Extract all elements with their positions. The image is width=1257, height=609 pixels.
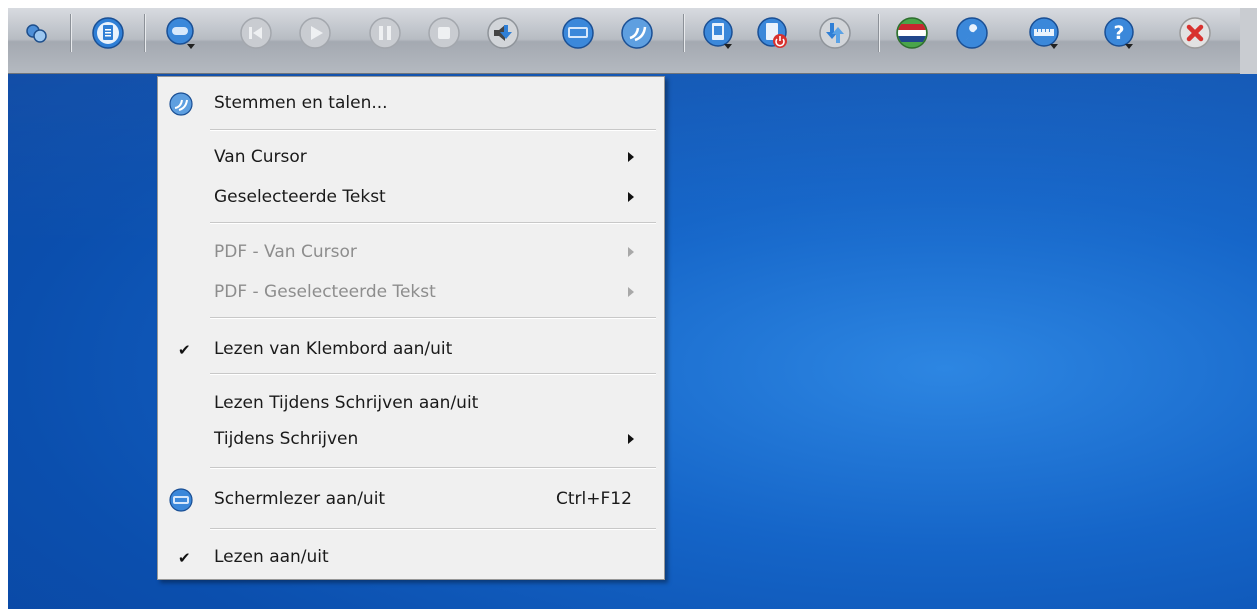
menu-item-read-clipboard[interactable]: ✔ Lezen van Klembord aan/uit [158, 333, 664, 367]
language-flag-icon[interactable] [895, 16, 929, 50]
close-icon[interactable] [1178, 16, 1212, 50]
menu-item-selected-text[interactable]: Geselecteerde Tekst [158, 181, 664, 215]
screen-reader-icon [168, 487, 194, 513]
menu-item-pdf-selected-text: PDF - Geselecteerde Tekst [158, 276, 664, 310]
speech-dropdown-menu: Stemmen en talen... Van Cursor Geselecte… [157, 76, 665, 580]
menu-item-read-toggle[interactable]: ✔ Lezen aan/uit [158, 541, 664, 575]
submenu-arrow-icon [628, 152, 634, 162]
menu-label: Tijdens Schrijven [214, 429, 359, 449]
submenu-arrow-icon [628, 434, 634, 444]
ruler-icon[interactable] [1028, 16, 1062, 50]
menu-item-read-while-writing[interactable]: Lezen Tijdens Schrijven aan/uit [158, 387, 664, 421]
menu-separator [210, 373, 656, 375]
menu-label: Stemmen en talen... [214, 93, 388, 113]
file-power-icon[interactable] [756, 16, 790, 50]
toolbar-separator [878, 14, 880, 52]
menu-separator [210, 222, 656, 224]
pause-icon[interactable] [368, 16, 402, 50]
menu-item-pdf-from-cursor: PDF - Van Cursor [158, 236, 664, 270]
speech-dropdown-icon[interactable] [165, 16, 199, 50]
menu-separator [210, 129, 656, 131]
toolbar-separator [683, 14, 685, 52]
menu-item-while-writing[interactable]: Tijdens Schrijven [158, 423, 664, 457]
toolbar-separator [144, 14, 146, 52]
menu-separator [210, 528, 656, 530]
stop-icon[interactable] [427, 16, 461, 50]
toolbar-separator [70, 14, 72, 52]
screen-reader-icon[interactable] [561, 16, 595, 50]
voice-icon[interactable] [620, 16, 654, 50]
keyboard-shortcut: Ctrl+F12 [556, 489, 632, 509]
menu-item-screen-reader[interactable]: Schermlezer aan/uit Ctrl+F12 [158, 483, 664, 517]
file-save-icon[interactable] [702, 16, 736, 50]
menu-label: Schermlezer aan/uit [214, 489, 386, 509]
submenu-arrow-icon [628, 192, 634, 202]
toolbar-edge [1240, 8, 1257, 74]
checkmark-icon: ✔ [178, 341, 191, 359]
play-icon[interactable] [298, 16, 332, 50]
menu-label: PDF - Van Cursor [214, 242, 357, 262]
svg-text:?: ? [1113, 22, 1124, 44]
checkmark-icon: ✔ [178, 549, 191, 567]
menu-label: Geselecteerde Tekst [214, 187, 386, 207]
volume-icon[interactable] [486, 16, 520, 50]
help-icon[interactable]: ? [1103, 16, 1137, 50]
menu-label: Van Cursor [214, 147, 307, 167]
submenu-arrow-icon [628, 247, 634, 257]
settings-wrench-icon[interactable] [955, 16, 989, 50]
menu-label: PDF - Geselecteerde Tekst [214, 282, 436, 302]
submenu-arrow-icon [628, 287, 634, 297]
convert-icon[interactable] [818, 16, 852, 50]
menu-label: Lezen Tijdens Schrijven aan/uit [214, 393, 479, 413]
link-icon[interactable] [20, 16, 54, 50]
rewind-icon[interactable] [239, 16, 273, 50]
menu-label: Lezen aan/uit [214, 547, 329, 567]
menu-item-from-cursor[interactable]: Van Cursor [158, 141, 664, 175]
menu-separator [210, 467, 656, 469]
menu-item-voices[interactable]: Stemmen en talen... [158, 87, 664, 121]
document-icon[interactable] [91, 16, 125, 50]
menu-label: Lezen van Klembord aan/uit [214, 339, 453, 359]
voice-icon [168, 91, 194, 117]
menu-separator [210, 317, 656, 319]
